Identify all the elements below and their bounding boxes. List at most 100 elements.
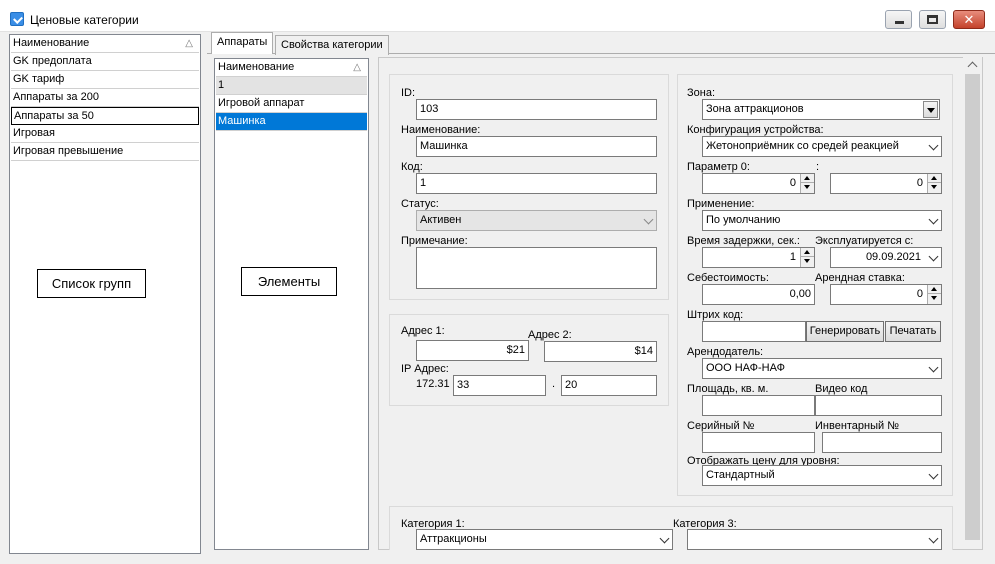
barcode-field[interactable] — [702, 321, 806, 342]
maximize-icon — [927, 15, 938, 24]
delay-field[interactable]: 1 — [702, 247, 815, 268]
maximize-button[interactable] — [919, 10, 946, 29]
zone-dropdown[interactable]: Зона аттракционов — [702, 99, 940, 120]
ip-octet3-field[interactable]: 33 — [453, 375, 546, 396]
apply-label: Применение: — [687, 198, 755, 210]
address1-field[interactable]: $21 — [416, 340, 529, 361]
apply-dropdown[interactable]: По умолчанию — [702, 210, 942, 231]
window-title: Ценовые категории — [30, 13, 139, 27]
list-item[interactable]: Игровой аппарат — [216, 95, 367, 113]
serial-field[interactable] — [702, 432, 815, 453]
groups-list-callout: Список групп — [37, 269, 146, 298]
minimize-button[interactable] — [885, 10, 912, 29]
tab-devices[interactable]: Аппараты — [211, 32, 274, 54]
spin-up-icon[interactable] — [928, 285, 941, 294]
note-label: Примечание: — [401, 235, 468, 247]
list-item-selected[interactable]: Машинка — [216, 113, 367, 131]
chevron-down-icon — [928, 214, 939, 225]
area-label: Площадь, кв. м. — [687, 383, 769, 395]
param0-spinner[interactable] — [800, 174, 814, 193]
chevron-down-icon — [928, 251, 939, 262]
minimize-icon — [895, 21, 904, 24]
price-level-dropdown[interactable]: Стандартный — [702, 465, 942, 486]
cost-field[interactable]: 0,00 — [702, 284, 815, 305]
param0b-value: 0 — [916, 177, 923, 189]
spin-down-icon[interactable] — [928, 294, 941, 303]
landlord-label: Арендодатель: — [687, 346, 764, 358]
config-label: Конфигурация устройства: — [687, 124, 824, 136]
list-item[interactable]: Игровая — [11, 125, 199, 143]
category3-dropdown[interactable] — [687, 529, 942, 550]
list-item[interactable]: 1 — [216, 77, 367, 95]
list-item[interactable]: GK предоплата — [11, 53, 199, 71]
delay-spinner[interactable] — [800, 248, 814, 267]
details-scrollbar[interactable] — [963, 57, 982, 549]
param-colon: : — [816, 161, 820, 173]
address2-label: Адрес 2: — [528, 329, 572, 341]
param0b-field[interactable]: 0 — [830, 173, 942, 194]
print-button[interactable]: Печатать — [885, 321, 941, 342]
operated-date-picker[interactable]: 09.09.2021 — [830, 247, 942, 268]
videocode-field[interactable] — [815, 395, 942, 416]
status-dropdown[interactable]: Активен — [416, 210, 657, 231]
code-label: Код: — [401, 161, 423, 173]
chevron-down-icon — [928, 533, 939, 544]
param0-field[interactable]: 0 — [702, 173, 815, 194]
category1-value: Аттракционы — [420, 533, 487, 545]
ip-dot: . — [552, 378, 556, 390]
groups-list-header[interactable]: Наименование △ — [11, 35, 199, 53]
zone-label: Зона: — [687, 87, 716, 99]
tab-category-properties[interactable]: Свойства категории — [275, 35, 389, 55]
scrollbar-thumb[interactable] — [965, 74, 980, 540]
code-field[interactable]: 1 — [416, 173, 657, 194]
spin-down-icon[interactable] — [801, 183, 814, 192]
status-label: Статус: — [401, 198, 439, 210]
elements-list[interactable]: Наименование △ 1 Игровой аппарат Машинка… — [214, 58, 369, 550]
spin-up-icon[interactable] — [801, 174, 814, 183]
rent-spinner[interactable] — [927, 285, 941, 304]
note-field[interactable] — [416, 247, 657, 289]
landlord-value: ООО НАФ-НАФ — [706, 362, 785, 374]
generate-button[interactable]: Генерировать — [806, 321, 884, 342]
spin-up-icon[interactable] — [928, 174, 941, 183]
spin-down-icon[interactable] — [801, 257, 814, 266]
dropdown-arrow-icon[interactable] — [923, 101, 938, 118]
rent-field[interactable]: 0 — [830, 284, 942, 305]
chevron-down-icon — [928, 140, 939, 151]
delay-label: Время задержки, сек.: — [687, 235, 800, 247]
apply-value: По умолчанию — [706, 214, 781, 226]
name-field[interactable]: Машинка — [416, 136, 657, 157]
status-value: Активен — [420, 214, 462, 226]
sort-ascending-icon[interactable]: △ — [353, 59, 361, 76]
ip-octet4-field[interactable]: 20 — [561, 375, 657, 396]
spin-down-icon[interactable] — [928, 183, 941, 192]
address2-field[interactable]: $14 — [544, 341, 657, 362]
list-item[interactable]: Аппараты за 200 — [11, 89, 199, 107]
spin-up-icon[interactable] — [801, 248, 814, 257]
app-icon — [10, 12, 24, 26]
ip-prefix: 172.31 — [416, 378, 450, 390]
delay-value: 1 — [789, 251, 796, 263]
ip-label: IP Адрес: — [401, 363, 449, 375]
groups-list[interactable]: Наименование △ GK предоплата GK тариф Ап… — [9, 34, 201, 554]
operated-label: Эксплуатируется с: — [815, 235, 914, 247]
name-label: Наименование: — [401, 124, 481, 136]
list-item[interactable]: GK тариф — [11, 71, 199, 89]
elements-list-header-label: Наименование — [218, 61, 295, 73]
serial-label: Серийный № — [687, 420, 755, 432]
chevron-down-icon — [928, 362, 939, 373]
scroll-up-icon[interactable] — [963, 57, 982, 74]
config-dropdown[interactable]: Жетоноприёмник со средей реакцией — [702, 136, 942, 157]
close-button[interactable]: ✕ — [953, 10, 985, 29]
id-field[interactable]: 103 — [416, 99, 657, 120]
list-item[interactable]: Игровая превышение — [11, 143, 199, 161]
landlord-dropdown[interactable]: ООО НАФ-НАФ — [702, 358, 942, 379]
param0b-spinner[interactable] — [927, 174, 941, 193]
area-field[interactable] — [702, 395, 815, 416]
category1-dropdown[interactable]: Аттракционы — [416, 529, 673, 550]
inventory-field[interactable] — [822, 432, 942, 453]
elements-list-header[interactable]: Наименование △ — [216, 59, 367, 77]
list-item-focused[interactable]: Аппараты за 50 — [11, 107, 199, 125]
zone-value: Зона аттракционов — [706, 103, 804, 115]
sort-ascending-icon[interactable]: △ — [185, 35, 193, 52]
